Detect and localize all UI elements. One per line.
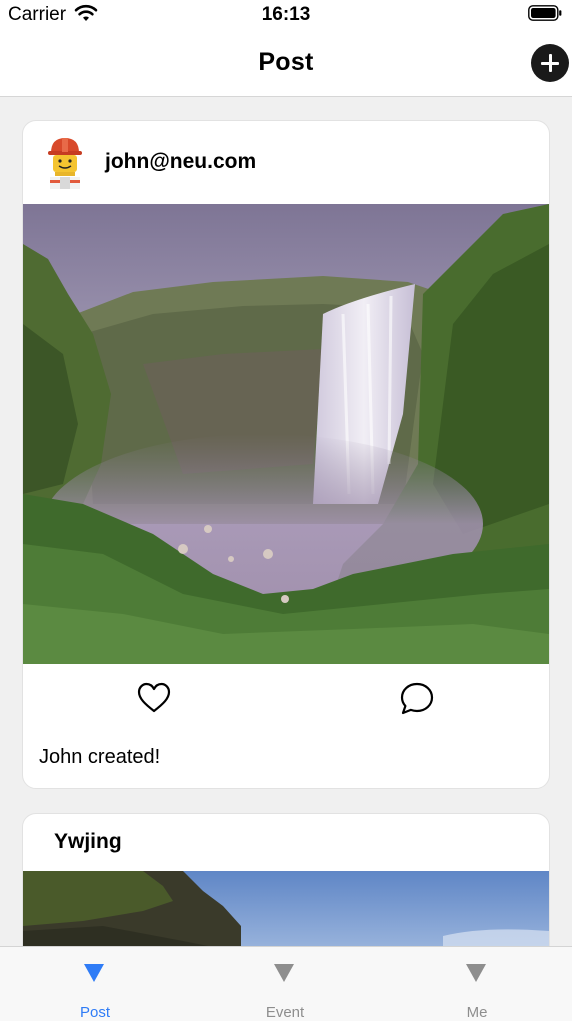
add-post-button[interactable] <box>531 44 569 82</box>
battery-icon <box>528 5 562 21</box>
waterfall-photo[interactable] <box>23 204 549 664</box>
tab-post[interactable]: Post <box>0 947 190 1021</box>
post-header: john@neu.com <box>23 121 549 205</box>
cliff-sky-photo[interactable] <box>23 871 549 946</box>
post-username[interactable]: Ywjing <box>54 830 122 854</box>
page-title: Post <box>258 48 314 76</box>
lego-figure-avatar[interactable] <box>45 135 85 189</box>
post-feed[interactable]: john@neu.com John created! Ywjing <box>0 97 572 946</box>
navigation-bar: Post <box>0 28 572 97</box>
post-card: john@neu.com John created! <box>22 120 550 789</box>
triangle-down-icon <box>84 964 104 982</box>
tab-event[interactable]: Event <box>190 947 380 1021</box>
tab-bar: Post Event Me <box>0 946 572 1021</box>
status-time: 16:13 <box>261 4 311 25</box>
triangle-down-icon <box>466 964 486 982</box>
post-caption: John created! <box>39 746 161 768</box>
heart-outline-icon[interactable] <box>137 681 171 715</box>
status-bar: Carrier 16:13 <box>0 0 572 28</box>
tab-label: Post <box>79 1004 110 1021</box>
tab-me[interactable]: Me <box>382 947 572 1021</box>
tab-label: Me <box>466 1004 488 1021</box>
post-card: Ywjing <box>22 813 550 946</box>
speech-bubble-icon[interactable] <box>399 681 435 717</box>
triangle-down-icon <box>274 964 294 982</box>
post-username[interactable]: john@neu.com <box>105 150 256 174</box>
tab-label: Event <box>265 1004 305 1021</box>
